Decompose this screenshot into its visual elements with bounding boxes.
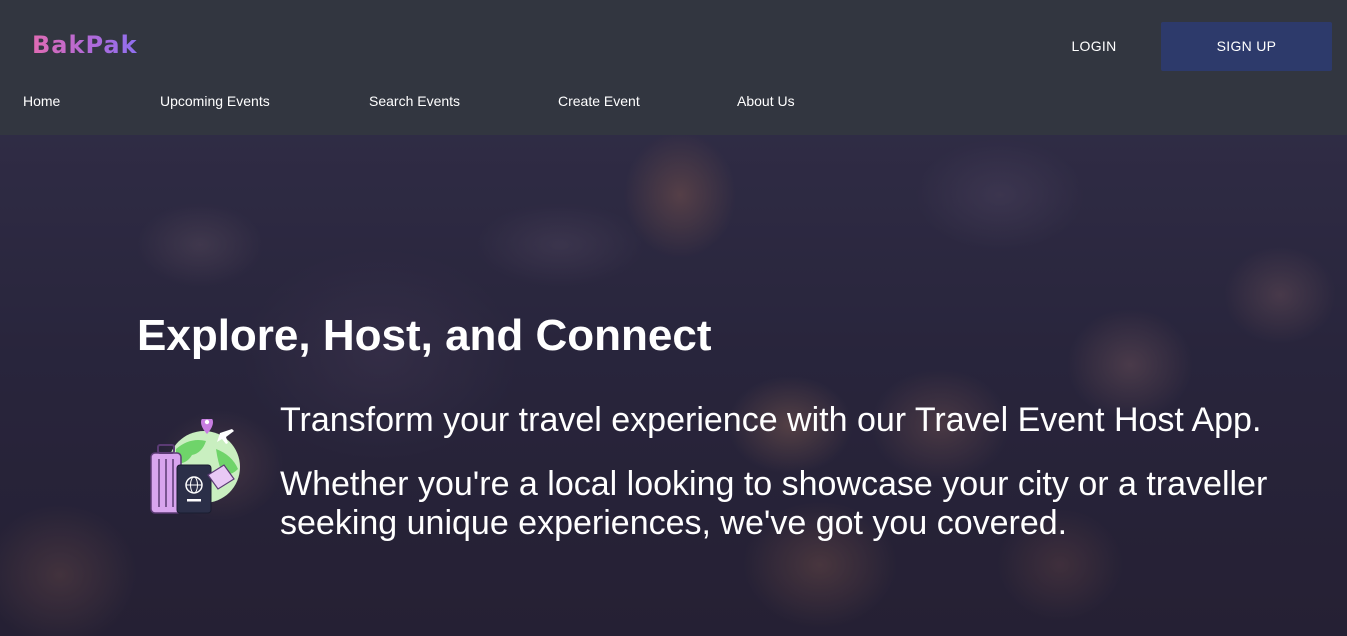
hero-description: Whether you're a local looking to showca… bbox=[280, 465, 1268, 542]
logo[interactable]: BakPak bbox=[32, 31, 138, 59]
travel-passport-luggage-icon bbox=[146, 416, 244, 517]
hero-tagline: Transform your travel experience with ou… bbox=[280, 401, 1262, 439]
nav-item-about-us[interactable]: About Us bbox=[737, 92, 795, 110]
hero-title: Explore, Host, and Connect bbox=[137, 311, 712, 360]
nav-item-search-events[interactable]: Search Events bbox=[369, 92, 460, 110]
nav-item-upcoming-events[interactable]: Upcoming Events bbox=[160, 92, 270, 110]
nav-item-home[interactable]: Home bbox=[23, 92, 60, 110]
login-button[interactable]: LOGIN bbox=[1050, 30, 1138, 62]
hero-section: Explore, Host, and Connect Transform you… bbox=[0, 135, 1347, 636]
top-header: BakPak LOGIN SIGN UP Home Upcoming Event… bbox=[0, 0, 1347, 135]
hero-background-image bbox=[0, 135, 1347, 636]
nav-item-create-event[interactable]: Create Event bbox=[558, 92, 640, 110]
signup-button[interactable]: SIGN UP bbox=[1161, 22, 1332, 71]
